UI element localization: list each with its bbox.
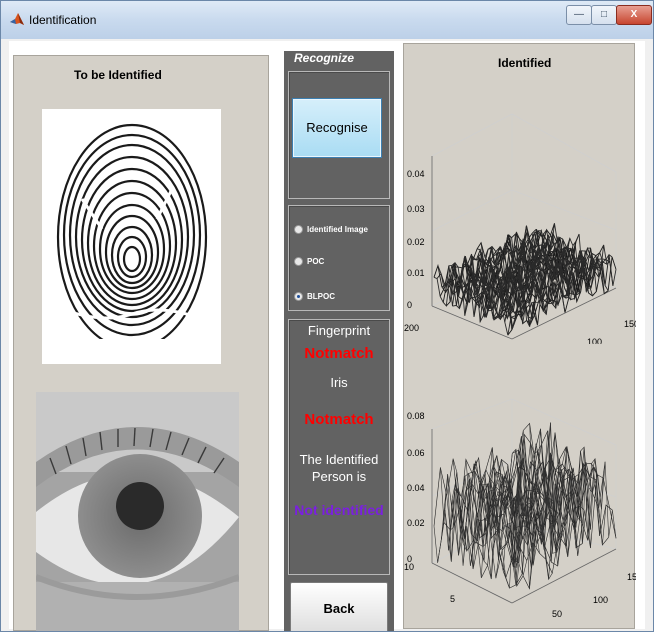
radio-label: POC	[307, 257, 325, 266]
z-tick-label: 0.08	[407, 411, 425, 421]
title-bar[interactable]: Identification — □ X	[1, 1, 653, 39]
fingerprint-status: Notmatch	[304, 345, 374, 362]
z-tick-label: 0.02	[407, 237, 425, 247]
radio-indicator-selected	[294, 292, 303, 302]
person-label-line1: The Identified	[299, 452, 379, 467]
person-status: Not identified	[294, 502, 384, 518]
radio-poc[interactable]: POC	[294, 257, 325, 267]
radio-blpoc[interactable]: BLPOC	[294, 292, 335, 302]
z-tick-label: 0.03	[407, 204, 425, 214]
z-tick-label: 0	[407, 300, 412, 310]
x-tick-label: 150	[624, 319, 636, 329]
x-tick-label: 100	[587, 337, 602, 344]
identification-window: Identification — □ X To be Identified Re…	[0, 0, 654, 632]
person-label-line2: Person is	[311, 469, 367, 484]
radio-indicator	[294, 225, 303, 235]
back-button[interactable]: Back	[290, 582, 388, 631]
minimize-button[interactable]: —	[566, 5, 592, 25]
z-tick-label: 0.01	[407, 268, 425, 278]
y-tick-label: 200	[404, 323, 419, 333]
recognise-button[interactable]: Recognise	[292, 98, 382, 158]
left-panel-title: To be Identified	[74, 68, 162, 82]
y-tick-label: 5	[450, 594, 455, 604]
matlab-icon	[10, 13, 24, 25]
y-tick-label: 10	[404, 562, 414, 572]
close-button[interactable]: X	[616, 5, 652, 25]
iris-image	[36, 392, 239, 631]
x-tick-label: 50	[552, 609, 562, 619]
radio-identified-image[interactable]: Identified Image	[294, 225, 368, 235]
fingerprint-label: Fingerprint	[307, 323, 371, 338]
x-tick-label: 100	[593, 595, 608, 605]
identified-panel: Identified 0 0.01 0.02 0.03 0.04 200 100…	[403, 43, 642, 629]
left-panel: To be Identified	[13, 55, 269, 631]
blpoc-surface-plot-iris: 0 0.02 0.04 0.06 0.08 10 5 50 100 150	[404, 349, 642, 619]
fingerprint-image	[42, 109, 221, 364]
recognize-group-label: Recognize	[292, 51, 357, 65]
blpoc-surface-plot-fingerprint: 0 0.01 0.02 0.03 0.04 200 100 0 0 50 100…	[404, 84, 639, 382]
radio-label: Identified Image	[307, 225, 368, 234]
iris-label: Iris	[330, 375, 348, 390]
iris-status: Notmatch	[304, 411, 374, 428]
z-tick-label: 0.06	[407, 448, 425, 458]
maximize-button[interactable]: □	[591, 5, 617, 25]
z-tick-label: 0.04	[407, 169, 425, 179]
identified-title: Identified	[498, 56, 552, 70]
client-area: To be Identified Recognize Recognise Ide…	[9, 41, 645, 631]
z-tick-label: 0.02	[407, 518, 425, 528]
x-tick-label: 150	[627, 572, 636, 582]
radio-label: BLPOC	[307, 292, 335, 301]
window-title: Identification	[29, 13, 97, 27]
recognize-panel: Recognize Recognise Identified Image POC…	[284, 51, 394, 631]
radio-indicator	[294, 257, 303, 267]
z-tick-label: 0.04	[407, 483, 425, 493]
